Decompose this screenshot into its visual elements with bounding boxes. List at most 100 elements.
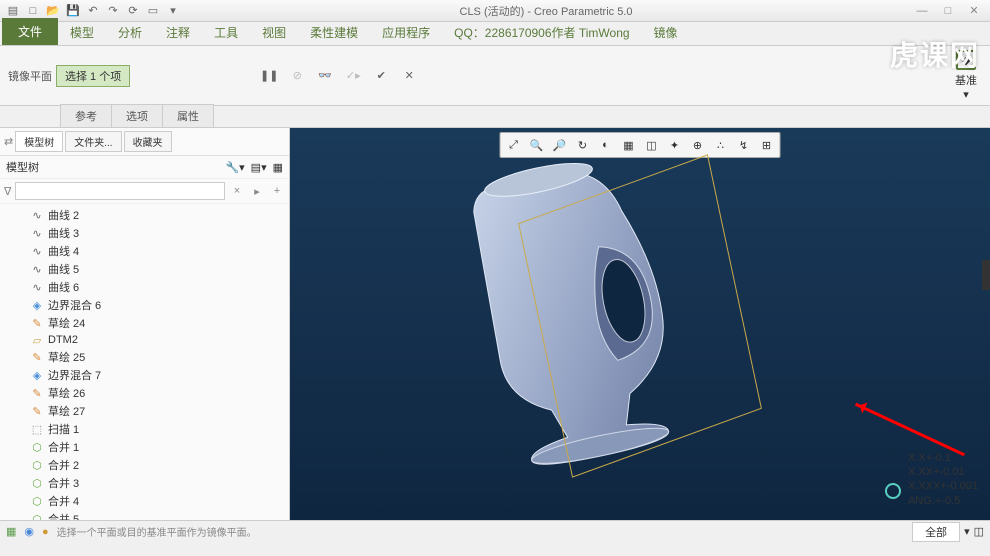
readout-line: X.XXX+-0.001 bbox=[908, 479, 978, 493]
tree-item[interactable]: ⬡合并 1 bbox=[0, 438, 289, 456]
selection-filter[interactable]: 全部 bbox=[912, 522, 960, 542]
tree-show-icon[interactable]: ▦ bbox=[273, 161, 283, 174]
csys-display-icon[interactable]: ↯ bbox=[733, 135, 755, 155]
merge-icon: ⬡ bbox=[30, 512, 44, 520]
tab-flex[interactable]: 柔性建模 bbox=[298, 20, 370, 45]
tolerance-readout: X.X+-0.1 X.XX+-0.01 X.XXX+-0.001 ANG.+-0… bbox=[908, 451, 978, 508]
curve-icon: ∿ bbox=[30, 262, 44, 276]
maximize-button[interactable]: □ bbox=[936, 2, 960, 20]
tree-tools-icon[interactable]: 🔧▾ bbox=[225, 161, 244, 174]
tree-item[interactable]: ⬡合并 5 bbox=[0, 510, 289, 520]
merge-icon: ⬡ bbox=[30, 494, 44, 508]
subtab-refs[interactable]: 参考 bbox=[60, 104, 112, 127]
main-area: ⇄ 模型树 文件夹... 收藏夹 模型树 🔧▾ ▤▾ ▦ ∇ × ▸ + ∿曲线… bbox=[0, 128, 990, 520]
tree-toolbar: 模型树 🔧▾ ▤▾ ▦ bbox=[0, 156, 289, 179]
regen-icon[interactable]: ⟳ bbox=[124, 2, 142, 20]
save-icon[interactable]: 💾 bbox=[64, 2, 82, 20]
status-icon-2[interactable]: ◉ bbox=[24, 525, 34, 538]
tree-toggle-icon[interactable]: ⇄ bbox=[4, 135, 13, 148]
tree-item-label: 草绘 27 bbox=[48, 403, 85, 419]
clear-filter-button[interactable]: × bbox=[229, 183, 245, 199]
subtab-options[interactable]: 选项 bbox=[111, 104, 163, 127]
expand-filter-icon[interactable]: ▸ bbox=[249, 183, 265, 199]
model-tree[interactable]: ∿ 曲线 2 ∿ 曲线 3∿曲线 4∿曲线 5∿曲线 6◈边界混合 6✎草绘 24▱D… bbox=[0, 204, 289, 520]
mirror-plane-label: 镜像平面 bbox=[8, 68, 52, 84]
tree-item[interactable]: ✎草绘 24 bbox=[0, 314, 289, 332]
open-icon[interactable]: 📂 bbox=[44, 2, 62, 20]
tree-item[interactable]: ⬡合并 2 bbox=[0, 456, 289, 474]
tree-item[interactable]: ∿曲线 4 bbox=[0, 242, 289, 260]
tab-mirror[interactable]: 镜像 bbox=[642, 20, 690, 45]
tree-item[interactable]: ▱DTM2 bbox=[0, 332, 289, 348]
tree-item-label: 曲线 3 bbox=[48, 225, 79, 241]
tree-header-label: 模型树 bbox=[6, 159, 39, 175]
no-preview-icon[interactable]: ⊘ bbox=[286, 65, 308, 87]
tree-settings-icon[interactable]: ▤▾ bbox=[251, 161, 267, 174]
tree-item-label: 草绘 26 bbox=[48, 385, 85, 401]
close-button[interactable]: ✕ bbox=[962, 2, 986, 20]
ribbon-body: 镜像平面 选择 1 个项 ❚❚ ⊘ 👓 ✓▸ ✔ ✕ ◆ 基准 ▾ bbox=[0, 46, 990, 106]
tree-item[interactable]: ◈边界混合 6 bbox=[0, 296, 289, 314]
curve-icon: ∿ bbox=[30, 226, 44, 240]
preview-icon[interactable]: 👓 bbox=[314, 65, 336, 87]
navigator-panel: ⇄ 模型树 文件夹... 收藏夹 模型树 🔧▾ ▤▾ ▦ ∇ × ▸ + ∿曲线… bbox=[0, 128, 290, 520]
tree-item[interactable]: ∿ 曲线 3 bbox=[0, 224, 289, 242]
tree-item[interactable]: ✎草绘 25 bbox=[0, 348, 289, 366]
tree-item[interactable]: ⬡合并 3 bbox=[0, 474, 289, 492]
verify-icon[interactable]: ✓▸ bbox=[342, 65, 364, 87]
subtab-props[interactable]: 属性 bbox=[162, 104, 214, 127]
tab-view[interactable]: 视图 bbox=[250, 20, 298, 45]
cancel-button[interactable]: ✕ bbox=[398, 65, 420, 87]
tree-item[interactable]: ∿ 曲线 2 bbox=[0, 206, 289, 224]
datum-panel[interactable]: ◆ 基准 ▾ bbox=[948, 50, 984, 101]
tab-author[interactable]: QQ：2286170906作者 TimWong bbox=[442, 20, 641, 45]
qat-dropdown-icon[interactable]: ▾ bbox=[164, 2, 182, 20]
nav-tab-favorites[interactable]: 收藏夹 bbox=[124, 131, 172, 152]
annotation-arrow bbox=[855, 403, 965, 456]
graphics-viewport[interactable]: ⤢ 🔍 🔎 ↻ ◐ ▦ ◫ ✦ ⊕ ∴ ↯ ⊞ bbox=[290, 128, 990, 520]
app-menu-icon[interactable]: ▤ bbox=[4, 2, 22, 20]
tab-analysis[interactable]: 分析 bbox=[106, 20, 154, 45]
filter-dropdown-icon[interactable]: ▾ bbox=[964, 525, 970, 538]
tab-model[interactable]: 模型 bbox=[58, 20, 106, 45]
curve-icon: ∿ bbox=[30, 208, 44, 222]
tree-item[interactable]: ⬚扫描 1 bbox=[0, 420, 289, 438]
tree-item[interactable]: ⬡合并 4 bbox=[0, 492, 289, 510]
sweep-icon: ⬚ bbox=[30, 422, 44, 436]
tree-item[interactable]: ✎ 草绘 26 bbox=[0, 384, 289, 402]
minimize-button[interactable]: — bbox=[910, 2, 934, 20]
point-display-icon[interactable]: ∴ bbox=[710, 135, 732, 155]
close-win-icon[interactable]: ▭ bbox=[144, 2, 162, 20]
tab-apps[interactable]: 应用程序 bbox=[370, 20, 442, 45]
feature-controls: ❚❚ ⊘ 👓 ✓▸ ✔ ✕ bbox=[258, 65, 420, 87]
pause-icon[interactable]: ❚❚ bbox=[258, 65, 280, 87]
add-filter-icon[interactable]: + bbox=[269, 183, 285, 199]
annotation-display-icon[interactable]: ⊞ bbox=[756, 135, 778, 155]
tree-item[interactable]: ◈边界混合 7 bbox=[0, 366, 289, 384]
window-title: CLS (活动的) - Creo Parametric 5.0 bbox=[182, 3, 910, 19]
window-controls: — □ ✕ bbox=[910, 2, 986, 20]
tab-annotate[interactable]: 注释 bbox=[154, 20, 202, 45]
undo-icon[interactable]: ↶ bbox=[84, 2, 102, 20]
filter-icon[interactable]: ∇ bbox=[4, 185, 11, 198]
redo-icon[interactable]: ↷ bbox=[104, 2, 122, 20]
geom-filter-icon[interactable]: ◫ bbox=[974, 525, 984, 538]
nav-tab-model-tree[interactable]: 模型树 bbox=[15, 131, 63, 152]
tab-tools[interactable]: 工具 bbox=[202, 20, 250, 45]
tab-file[interactable]: 文件 bbox=[2, 18, 58, 45]
tree-item[interactable]: ✎草绘 27 bbox=[0, 402, 289, 420]
tree-item[interactable]: ∿曲线 5 bbox=[0, 260, 289, 278]
merge-icon: ⬡ bbox=[30, 458, 44, 472]
axis-display-icon[interactable]: ⊕ bbox=[687, 135, 709, 155]
ok-button[interactable]: ✔ bbox=[370, 65, 392, 87]
tree-filter-input[interactable] bbox=[15, 182, 225, 200]
sketch-icon: ✎ bbox=[30, 386, 44, 400]
tree-item-label: 曲线 2 bbox=[48, 207, 79, 223]
nav-tab-folders[interactable]: 文件夹... bbox=[65, 131, 121, 152]
mirror-plane-collector[interactable]: 选择 1 个项 bbox=[56, 65, 130, 87]
tree-item[interactable]: ∿曲线 6 bbox=[0, 278, 289, 296]
status-icon-1[interactable]: ▦ bbox=[6, 525, 16, 538]
new-icon[interactable]: □ bbox=[24, 2, 42, 20]
side-collapse-tab[interactable] bbox=[982, 260, 990, 290]
datum-icon: ◆ bbox=[956, 50, 976, 70]
